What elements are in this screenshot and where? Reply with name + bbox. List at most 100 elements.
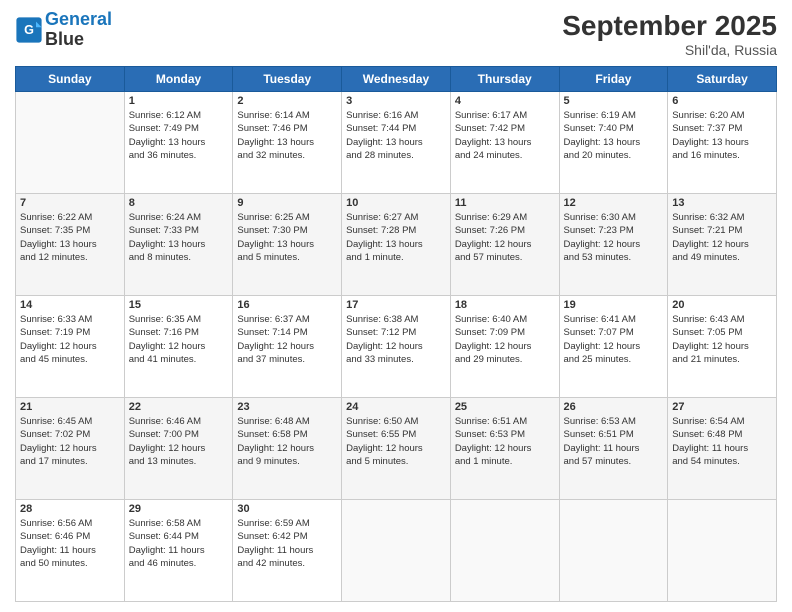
day-number: 29 — [129, 503, 229, 515]
calendar-day-18: 18 Sunrise: 6:40 AM Sunset: 7:09 PM Dayli… — [450, 296, 559, 398]
day-info: Sunrise: 6:22 AM Sunset: 7:35 PM Dayligh… — [20, 211, 120, 264]
day-number: 11 — [455, 197, 555, 209]
day-number: 4 — [455, 95, 555, 107]
day-info: Sunrise: 6:40 AM Sunset: 7:09 PM Dayligh… — [455, 313, 555, 366]
calendar-day-11: 11 Sunrise: 6:29 AM Sunset: 7:26 PM Dayli… — [450, 194, 559, 296]
day-number: 14 — [20, 299, 120, 311]
calendar-week-row: 14 Sunrise: 6:33 AM Sunset: 7:19 PM Dayli… — [16, 296, 777, 398]
calendar-day-1: 1Sunrise: 6:12 AM Sunset: 7:49 PM Daylig… — [124, 92, 233, 194]
calendar-header-row: SundayMondayTuesdayWednesdayThursdayFrid… — [16, 67, 777, 92]
day-info: Sunrise: 6:30 AM Sunset: 7:23 PM Dayligh… — [564, 211, 664, 264]
calendar-day-7: 7 Sunrise: 6:22 AM Sunset: 7:35 PM Daylig… — [16, 194, 125, 296]
day-info: Sunrise: 6:33 AM Sunset: 7:19 PM Dayligh… — [20, 313, 120, 366]
col-header-tuesday: Tuesday — [233, 67, 342, 92]
day-info: Sunrise: 6:51 AM Sunset: 6:53 PM Dayligh… — [455, 415, 555, 468]
day-number: 17 — [346, 299, 446, 311]
day-info: Sunrise: 6:43 AM Sunset: 7:05 PM Dayligh… — [672, 313, 772, 366]
day-number: 23 — [237, 401, 337, 413]
day-number: 12 — [564, 197, 664, 209]
calendar-day-30: 30 Sunrise: 6:59 AM Sunset: 6:42 PM Dayli… — [233, 500, 342, 602]
day-info: Sunrise: 6:32 AM Sunset: 7:21 PM Dayligh… — [672, 211, 772, 264]
day-info: Sunrise: 6:37 AM Sunset: 7:14 PM Dayligh… — [237, 313, 337, 366]
day-info: Sunrise: 6:58 AM Sunset: 6:44 PM Dayligh… — [129, 517, 229, 570]
day-number: 20 — [672, 299, 772, 311]
calendar-day-9: 9 Sunrise: 6:25 AM Sunset: 7:30 PM Daylig… — [233, 194, 342, 296]
calendar-empty-cell — [342, 500, 451, 602]
calendar-week-row: 1Sunrise: 6:12 AM Sunset: 7:49 PM Daylig… — [16, 92, 777, 194]
day-info: Sunrise: 6:16 AM Sunset: 7:44 PM Dayligh… — [346, 109, 446, 162]
day-number: 10 — [346, 197, 446, 209]
calendar-day-29: 29 Sunrise: 6:58 AM Sunset: 6:44 PM Dayli… — [124, 500, 233, 602]
calendar-day-3: 3Sunrise: 6:16 AM Sunset: 7:44 PM Daylig… — [342, 92, 451, 194]
calendar-day-6: 6 Sunrise: 6:20 AM Sunset: 7:37 PM Daylig… — [668, 92, 777, 194]
day-number: 25 — [455, 401, 555, 413]
day-info: Sunrise: 6:35 AM Sunset: 7:16 PM Dayligh… — [129, 313, 229, 366]
calendar-day-8: 8Sunrise: 6:24 AM Sunset: 7:33 PM Daylig… — [124, 194, 233, 296]
day-info: Sunrise: 6:46 AM Sunset: 7:00 PM Dayligh… — [129, 415, 229, 468]
day-info: Sunrise: 6:59 AM Sunset: 6:42 PM Dayligh… — [237, 517, 337, 570]
day-number: 13 — [672, 197, 772, 209]
calendar-day-12: 12 Sunrise: 6:30 AM Sunset: 7:23 PM Dayli… — [559, 194, 668, 296]
day-number: 16 — [237, 299, 337, 311]
day-number: 5 — [564, 95, 664, 107]
day-number: 6 — [672, 95, 772, 107]
day-info: Sunrise: 6:53 AM Sunset: 6:51 PM Dayligh… — [564, 415, 664, 468]
calendar-empty-cell — [450, 500, 559, 602]
day-info: Sunrise: 6:27 AM Sunset: 7:28 PM Dayligh… — [346, 211, 446, 264]
day-number: 24 — [346, 401, 446, 413]
day-info: Sunrise: 6:56 AM Sunset: 6:46 PM Dayligh… — [20, 517, 120, 570]
col-header-sunday: Sunday — [16, 67, 125, 92]
col-header-saturday: Saturday — [668, 67, 777, 92]
logo-icon: G — [15, 16, 43, 44]
day-info: Sunrise: 6:17 AM Sunset: 7:42 PM Dayligh… — [455, 109, 555, 162]
day-number: 30 — [237, 503, 337, 515]
calendar-day-28: 28 Sunrise: 6:56 AM Sunset: 6:46 PM Dayli… — [16, 500, 125, 602]
calendar-empty-cell — [559, 500, 668, 602]
day-number: 7 — [20, 197, 120, 209]
calendar-day-10: 10 Sunrise: 6:27 AM Sunset: 7:28 PM Dayli… — [342, 194, 451, 296]
day-info: Sunrise: 6:41 AM Sunset: 7:07 PM Dayligh… — [564, 313, 664, 366]
day-number: 1 — [129, 95, 229, 107]
day-info: Sunrise: 6:19 AM Sunset: 7:40 PM Dayligh… — [564, 109, 664, 162]
calendar-day-23: 23 Sunrise: 6:48 AM Sunset: 6:58 PM Dayli… — [233, 398, 342, 500]
day-info: Sunrise: 6:50 AM Sunset: 6:55 PM Dayligh… — [346, 415, 446, 468]
logo-text: General Blue — [45, 10, 112, 50]
day-info: Sunrise: 6:48 AM Sunset: 6:58 PM Dayligh… — [237, 415, 337, 468]
col-header-wednesday: Wednesday — [342, 67, 451, 92]
day-number: 28 — [20, 503, 120, 515]
calendar-week-row: 7 Sunrise: 6:22 AM Sunset: 7:35 PM Daylig… — [16, 194, 777, 296]
col-header-thursday: Thursday — [450, 67, 559, 92]
calendar-day-15: 15 Sunrise: 6:35 AM Sunset: 7:16 PM Dayli… — [124, 296, 233, 398]
page-header: G General Blue September 2025 Shil'da, R… — [15, 10, 777, 58]
day-info: Sunrise: 6:14 AM Sunset: 7:46 PM Dayligh… — [237, 109, 337, 162]
location: Shil'da, Russia — [562, 42, 777, 58]
logo: G General Blue — [15, 10, 112, 50]
day-info: Sunrise: 6:20 AM Sunset: 7:37 PM Dayligh… — [672, 109, 772, 162]
day-number: 18 — [455, 299, 555, 311]
calendar-day-19: 19 Sunrise: 6:41 AM Sunset: 7:07 PM Dayli… — [559, 296, 668, 398]
col-header-monday: Monday — [124, 67, 233, 92]
calendar-week-row: 21Sunrise: 6:45 AM Sunset: 7:02 PM Dayli… — [16, 398, 777, 500]
month-title: September 2025 — [562, 10, 777, 42]
calendar-day-21: 21Sunrise: 6:45 AM Sunset: 7:02 PM Dayli… — [16, 398, 125, 500]
calendar-day-4: 4 Sunrise: 6:17 AM Sunset: 7:42 PM Daylig… — [450, 92, 559, 194]
day-number: 27 — [672, 401, 772, 413]
calendar-day-2: 2 Sunrise: 6:14 AM Sunset: 7:46 PM Daylig… — [233, 92, 342, 194]
svg-text:G: G — [24, 23, 34, 37]
day-number: 19 — [564, 299, 664, 311]
calendar-day-24: 24 Sunrise: 6:50 AM Sunset: 6:55 PM Dayli… — [342, 398, 451, 500]
calendar-day-5: 5 Sunrise: 6:19 AM Sunset: 7:40 PM Daylig… — [559, 92, 668, 194]
day-number: 9 — [237, 197, 337, 209]
day-info: Sunrise: 6:25 AM Sunset: 7:30 PM Dayligh… — [237, 211, 337, 264]
day-number: 26 — [564, 401, 664, 413]
calendar-day-26: 26 Sunrise: 6:53 AM Sunset: 6:51 PM Dayli… — [559, 398, 668, 500]
day-number: 2 — [237, 95, 337, 107]
calendar-week-row: 28 Sunrise: 6:56 AM Sunset: 6:46 PM Dayli… — [16, 500, 777, 602]
day-number: 15 — [129, 299, 229, 311]
day-number: 22 — [129, 401, 229, 413]
calendar-empty-cell — [16, 92, 125, 194]
calendar: SundayMondayTuesdayWednesdayThursdayFrid… — [15, 66, 777, 602]
day-info: Sunrise: 6:54 AM Sunset: 6:48 PM Dayligh… — [672, 415, 772, 468]
calendar-day-14: 14 Sunrise: 6:33 AM Sunset: 7:19 PM Dayli… — [16, 296, 125, 398]
day-info: Sunrise: 6:29 AM Sunset: 7:26 PM Dayligh… — [455, 211, 555, 264]
